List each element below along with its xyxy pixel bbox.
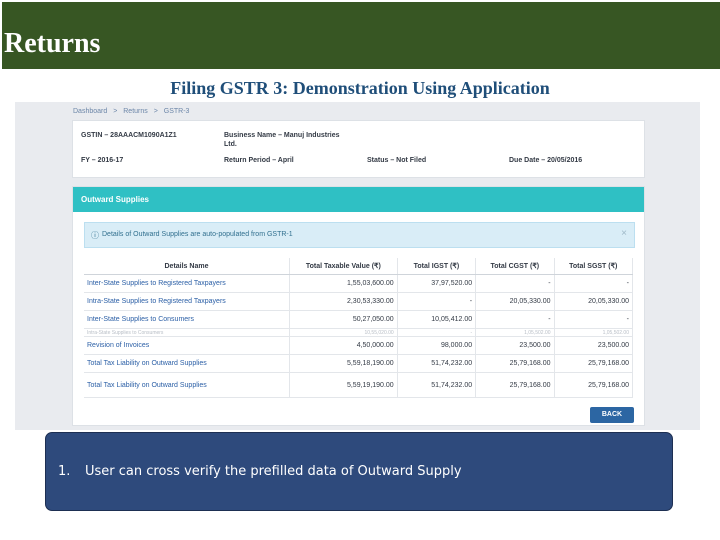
sgst-cell: -	[554, 274, 634, 293]
info-circle-icon: ⓘ	[91, 231, 99, 240]
taxable-value-cell: 5,59,19,190.00	[289, 372, 398, 398]
return-period-label: Return Period – April	[224, 157, 294, 164]
callout-box: 1. User can cross verify the prefilled d…	[45, 432, 673, 511]
callout-number: 1.	[58, 464, 71, 479]
table-row: Intra-State Supplies to Consumers 10,55,…	[84, 328, 634, 337]
row-link[interactable]: Intra-State Supplies to Registered Taxpa…	[84, 292, 290, 311]
outward-supplies-table: Details Name Total Taxable Value (₹) Tot…	[84, 258, 634, 398]
alert-text: Details of Outward Supplies are auto-pop…	[102, 231, 293, 238]
breadcrumb-returns[interactable]: Returns	[123, 108, 148, 115]
cgst-cell: -	[475, 274, 555, 293]
cgst-cell: 23,500.00	[475, 336, 555, 355]
table-row: Inter-State Supplies to Consumers 50,27,…	[84, 310, 634, 329]
outward-supplies-card: Outward Supplies ⓘ Details of Outward Su…	[72, 186, 645, 426]
row-link[interactable]: Total Tax Liability on Outward Supplies	[84, 354, 290, 373]
taxable-value-cell: 50,27,050.00	[289, 310, 398, 329]
column-header: Total IGST (₹)	[397, 258, 477, 275]
slide-subtitle: Filing GSTR 3: Demonstration Using Appli…	[170, 78, 550, 98]
sgst-cell: 25,79,168.00	[554, 354, 634, 373]
taxable-value-cell: 10,55,020.00	[289, 328, 398, 337]
row-link[interactable]: Total Tax Liability on Outward Supplies	[84, 372, 290, 398]
igst-cell: -	[397, 292, 477, 311]
sgst-cell: 1,05,502.00	[554, 328, 634, 337]
return-info-card: GSTIN – 28AAACM1090A1Z1 Business Name – …	[72, 120, 645, 178]
breadcrumb-separator: >	[153, 108, 158, 115]
taxable-value-cell: 4,50,000.00	[289, 336, 398, 355]
cgst-cell: 25,79,168.00	[475, 372, 555, 398]
table-row: Intra-State Supplies to Registered Taxpa…	[84, 292, 634, 311]
sgst-cell: 23,500.00	[554, 336, 634, 355]
callout-text: User can cross verify the prefilled data…	[85, 464, 462, 479]
breadcrumb-gstr3: GSTR-3	[163, 108, 190, 115]
taxable-value-cell: 2,30,53,330.00	[289, 292, 398, 311]
application-screenshot: Dashboard > Returns > GSTR-3 GSTIN – 28A…	[15, 102, 700, 430]
business-name-label: Business Name – Manuj Industries Ltd.	[224, 132, 340, 148]
row-link[interactable]: Revision of Invoices	[84, 336, 290, 355]
cgst-cell: 20,05,330.00	[475, 292, 555, 311]
column-header: Details Name	[84, 258, 290, 275]
status-label: Status – Not Filed	[367, 157, 427, 164]
sgst-cell: 20,05,330.00	[554, 292, 634, 311]
table-row: Total Tax Liability on Outward Supplies …	[84, 372, 634, 398]
close-icon[interactable]: ×	[621, 228, 627, 239]
row-link[interactable]: Intra-State Supplies to Consumers	[84, 328, 290, 337]
slide-title: Returns	[4, 28, 101, 59]
title-bar: Returns	[2, 2, 720, 69]
fy-label: FY – 2016-17	[81, 157, 124, 164]
due-date-label: Due Date – 20/05/2016	[509, 157, 583, 164]
column-header: Total CGST (₹)	[475, 258, 555, 275]
cgst-cell: 25,79,168.00	[475, 354, 555, 373]
taxable-value-cell: 5,59,18,190.00	[289, 354, 398, 373]
breadcrumb-dashboard[interactable]: Dashboard	[73, 108, 107, 115]
igst-cell: 51,74,232.00	[397, 372, 477, 398]
breadcrumb: Dashboard > Returns > GSTR-3	[73, 108, 193, 115]
column-header: Total Taxable Value (₹)	[289, 258, 398, 275]
info-alert: ⓘ Details of Outward Supplies are auto-p…	[84, 222, 635, 248]
gstin-label: GSTIN – 28AAACM1090A1Z1	[81, 132, 177, 139]
row-link[interactable]: Inter-State Supplies to Registered Taxpa…	[84, 274, 290, 293]
table-header-row: Details Name Total Taxable Value (₹) Tot…	[84, 258, 634, 275]
cgst-cell: 1,05,502.00	[475, 328, 555, 337]
sgst-cell: 25,79,168.00	[554, 372, 634, 398]
table-row: Revision of Invoices 4,50,000.00 98,000.…	[84, 336, 634, 355]
column-header: Total SGST (₹)	[554, 258, 634, 275]
breadcrumb-separator: >	[113, 108, 118, 115]
back-button[interactable]: BACK	[590, 407, 634, 423]
row-link[interactable]: Inter-State Supplies to Consumers	[84, 310, 290, 329]
section-title: Outward Supplies	[81, 195, 150, 204]
cgst-cell: -	[475, 310, 555, 329]
igst-cell: 37,97,520.00	[397, 274, 477, 293]
table-row: Inter-State Supplies to Registered Taxpa…	[84, 274, 634, 293]
igst-cell: 51,74,232.00	[397, 354, 477, 373]
taxable-value-cell: 1,55,03,600.00	[289, 274, 398, 293]
igst-cell: 98,000.00	[397, 336, 477, 355]
igst-cell: 10,05,412.00	[397, 310, 477, 329]
sgst-cell: -	[554, 310, 634, 329]
section-header: Outward Supplies	[73, 187, 644, 212]
table-row: Total Tax Liability on Outward Supplies …	[84, 354, 634, 373]
igst-cell: -	[397, 328, 477, 337]
